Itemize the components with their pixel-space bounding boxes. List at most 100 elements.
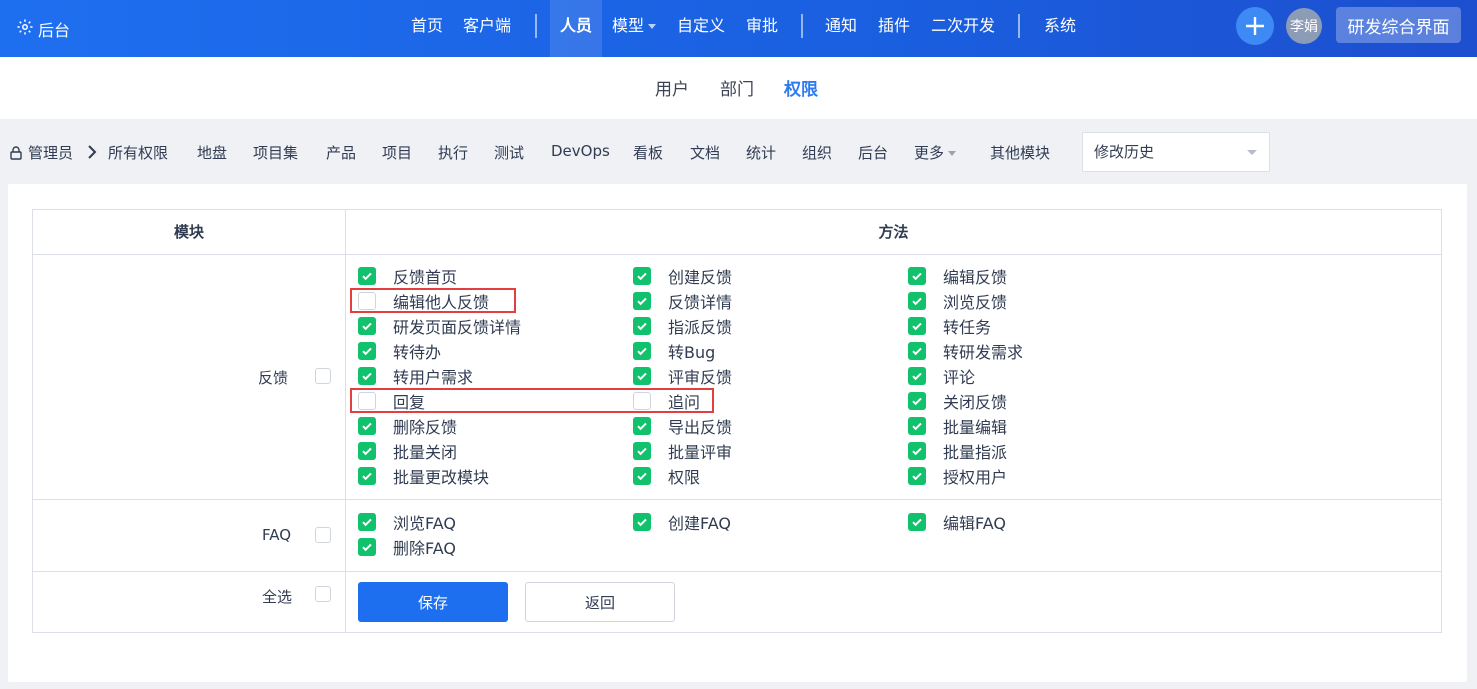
permission-item[interactable]: 编辑FAQ [908,511,1006,533]
checkbox-checked[interactable] [908,442,926,460]
permission-item[interactable]: 批量指派 [908,440,1007,462]
nav-approval[interactable]: 审批 [746,0,778,57]
nav-custom[interactable]: 自定义 [677,0,725,57]
permission-item[interactable]: 删除FAQ [358,536,456,558]
check-icon [637,447,647,456]
module-other[interactable]: 其他模块 [990,142,1050,163]
brand-link[interactable]: 后台 [16,0,70,57]
module-project[interactable]: 项目 [382,142,412,163]
checkbox-checked[interactable] [358,367,376,385]
module-qa[interactable]: 测试 [494,142,524,163]
module-doc[interactable]: 文档 [690,142,720,163]
nav-client[interactable]: 客户端 [463,0,511,57]
module-checkbox-faq[interactable] [315,527,331,543]
checkbox-checked[interactable] [633,267,651,285]
checkbox-checked[interactable] [908,367,926,385]
permission-item[interactable]: 评论 [908,365,975,387]
back-button[interactable]: 返回 [525,582,675,622]
save-button[interactable]: 保存 [358,582,508,622]
module-all[interactable]: 所有权限 [108,142,168,163]
nav-notify[interactable]: 通知 [825,0,857,57]
module-stats[interactable]: 统计 [746,142,776,163]
module-org[interactable]: 组织 [802,142,832,163]
module-kanban[interactable]: 看板 [633,142,663,163]
checkbox-checked[interactable] [633,342,651,360]
nav-model[interactable]: 模型 [612,0,657,57]
checkbox-checked[interactable] [633,317,651,335]
select-all-checkbox[interactable] [315,586,331,602]
permission-item[interactable]: 编辑反馈 [908,265,1007,287]
permission-item[interactable]: 批量更改模块 [358,465,489,487]
checkbox-checked[interactable] [358,417,376,435]
create-button[interactable] [1236,7,1274,45]
checkbox-checked[interactable] [908,342,926,360]
module-product[interactable]: 产品 [326,142,356,163]
permission-item[interactable]: 浏览反馈 [908,290,1007,312]
permission-item[interactable]: 删除反馈 [358,415,457,437]
permission-item[interactable]: 批量编辑 [908,415,1007,437]
permission-item[interactable]: 转待办 [358,340,441,362]
tab-permissions[interactable]: 权限 [784,75,818,100]
checkbox-checked[interactable] [633,292,651,310]
nav-plugin[interactable]: 插件 [878,0,910,57]
module-admin[interactable]: 后台 [858,142,888,163]
checkbox-checked[interactable] [633,367,651,385]
avatar[interactable]: 李娟 [1286,8,1322,44]
permission-item[interactable]: 权限 [633,465,700,487]
checkbox-checked[interactable] [358,317,376,335]
permission-item[interactable]: 授权用户 [908,465,1007,487]
checkbox-checked[interactable] [358,342,376,360]
permission-item[interactable]: 转任务 [908,315,991,337]
permission-item[interactable]: 转Bug [633,340,715,362]
checkbox-checked[interactable] [358,267,376,285]
permission-item[interactable]: 反馈详情 [633,290,732,312]
permission-item[interactable]: 转研发需求 [908,340,1023,362]
module-my[interactable]: 地盘 [197,142,227,163]
nav-dev[interactable]: 二次开发 [931,0,995,57]
permission-item[interactable]: 导出反馈 [633,415,732,437]
permission-item[interactable]: 批量评审 [633,440,732,462]
permission-item[interactable]: 创建反馈 [633,265,732,287]
module-devops[interactable]: DevOps [551,142,610,160]
permission-label: 授权用户 [943,468,1008,487]
permission-label: 批量编辑 [943,418,1008,437]
permission-item[interactable]: 研发页面反馈详情 [358,315,521,337]
module-checkbox-feedback[interactable] [315,368,331,384]
module-more[interactable]: 更多 [914,142,957,163]
checkbox-checked[interactable] [908,392,926,410]
checkbox-checked[interactable] [908,467,926,485]
checkbox-checked[interactable] [908,317,926,335]
checkbox-checked[interactable] [633,467,651,485]
checkbox-checked[interactable] [358,467,376,485]
checkbox-checked[interactable] [358,538,376,556]
checkbox-checked[interactable] [908,292,926,310]
checkbox-checked[interactable] [358,442,376,460]
checkbox-checked[interactable] [908,267,926,285]
check-icon [637,472,647,481]
permission-item[interactable]: 反馈首页 [358,265,457,287]
permission-item[interactable]: 浏览FAQ [358,511,456,533]
tab-departments[interactable]: 部门 [720,75,754,100]
permission-label: 评审反馈 [668,368,733,387]
history-select[interactable]: 修改历史 [1082,132,1270,172]
permission-item[interactable]: 转用户需求 [358,365,473,387]
nav-system[interactable]: 系统 [1044,0,1076,57]
dev-interface-button[interactable]: 研发综合界面 [1336,7,1461,43]
checkbox-checked[interactable] [908,513,926,531]
checkbox-checked[interactable] [633,417,651,435]
nav-people[interactable]: 人员 [550,0,603,57]
permission-item[interactable]: 关闭反馈 [908,390,1007,412]
check-icon [912,297,922,306]
permission-item[interactable]: 评审反馈 [633,365,732,387]
checkbox-checked[interactable] [908,417,926,435]
permission-item[interactable]: 创建FAQ [633,511,731,533]
checkbox-checked[interactable] [633,513,651,531]
checkbox-checked[interactable] [633,442,651,460]
checkbox-checked[interactable] [358,513,376,531]
nav-home[interactable]: 首页 [411,0,443,57]
tab-users[interactable]: 用户 [655,75,689,100]
permission-item[interactable]: 批量关闭 [358,440,457,462]
module-execution[interactable]: 执行 [438,142,468,163]
permission-item[interactable]: 指派反馈 [633,315,732,337]
module-program[interactable]: 项目集 [253,142,298,163]
